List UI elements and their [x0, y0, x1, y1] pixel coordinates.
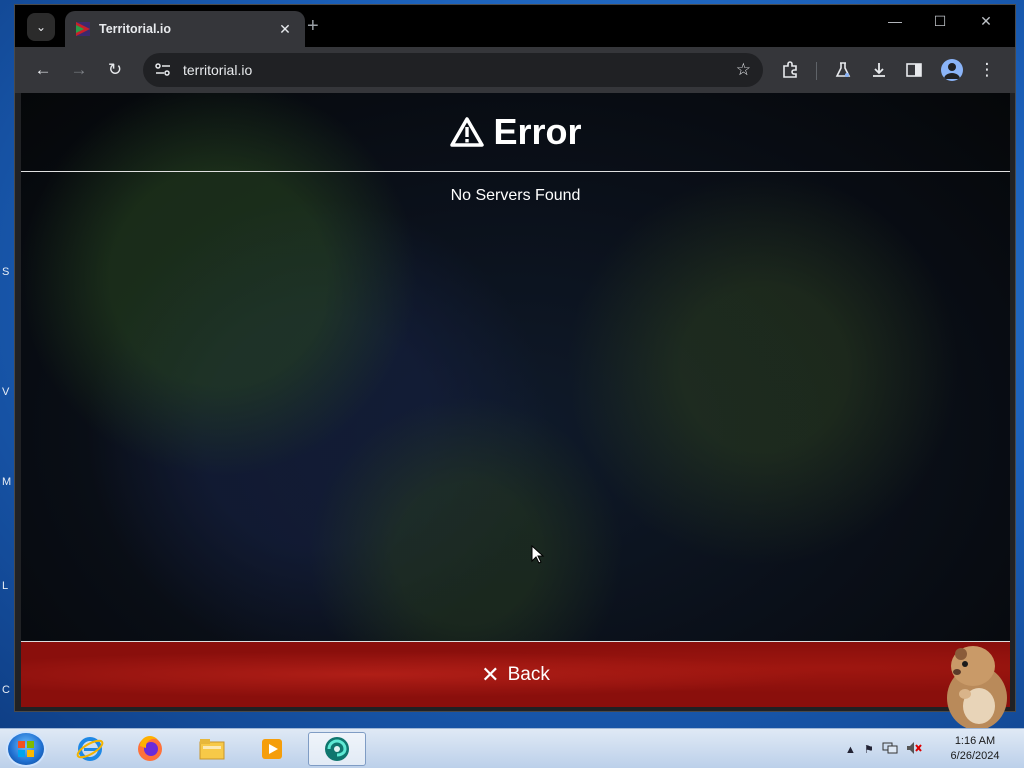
- system-clock[interactable]: 1:16 AM 6/26/2024: [944, 734, 1006, 764]
- desktop-icon-label[interactable]: S: [2, 266, 9, 278]
- start-button[interactable]: [6, 731, 46, 767]
- address-bar[interactable]: territorial.io ☆: [143, 53, 763, 87]
- desktop-icon-label[interactable]: C: [2, 684, 10, 696]
- action-center-flag-icon[interactable]: ⚑: [864, 743, 874, 756]
- taskbar: ▲ ⚑ 1:16 AM 6/26/2024: [0, 728, 1024, 768]
- labs-flask-icon[interactable]: [831, 58, 855, 82]
- taskbar-media-player[interactable]: [246, 732, 298, 766]
- browser-toolbar: ← → ↻ territorial.io ☆ ⋮: [15, 47, 1015, 93]
- menu-kebab-icon[interactable]: ⋮: [975, 58, 999, 82]
- tray-expand-icon[interactable]: ▲: [845, 744, 856, 756]
- tab-territorial[interactable]: Territorial.io ✕: [65, 11, 305, 47]
- minimize-button[interactable]: —: [880, 13, 910, 29]
- extensions-icon[interactable]: [778, 58, 802, 82]
- taskbar-explorer[interactable]: [186, 732, 238, 766]
- back-arrow-icon[interactable]: ←: [31, 58, 55, 82]
- browser-window: ⌄ Territorial.io ✕ + — ☐ ✕ ← → ↻ territo…: [14, 4, 1016, 712]
- warning-icon: [449, 116, 485, 148]
- page-viewport: Error No Servers Found ✕ Back: [21, 93, 1010, 707]
- forward-arrow-icon[interactable]: →: [67, 58, 91, 82]
- taskbar-browser[interactable]: [308, 732, 366, 766]
- browser-app-icon: [325, 737, 349, 761]
- site-info-icon[interactable]: [155, 63, 171, 77]
- favicon-icon: [75, 21, 91, 37]
- desktop-icon-label[interactable]: M: [2, 476, 11, 488]
- mouse-cursor-icon: [531, 545, 545, 564]
- volume-muted-icon[interactable]: [906, 741, 922, 758]
- taskbar-firefox[interactable]: [124, 732, 176, 766]
- side-panel-icon[interactable]: [902, 58, 926, 82]
- hamster-mascot-icon: [947, 646, 1007, 730]
- system-tray: ▲ ⚑: [845, 741, 922, 758]
- media-player-icon: [262, 739, 282, 759]
- back-button-label: Back: [507, 663, 550, 685]
- error-message: No Servers Found: [450, 187, 581, 204]
- network-icon[interactable]: [882, 741, 898, 758]
- error-header: Error: [21, 93, 1010, 172]
- desktop-icon-label[interactable]: L: [2, 580, 8, 592]
- desktop-icon-label[interactable]: V: [2, 386, 9, 398]
- toolbar-divider: [816, 62, 817, 80]
- internet-explorer-icon: [76, 737, 104, 761]
- clock-date: 6/26/2024: [950, 750, 1000, 762]
- profile-avatar-icon[interactable]: [941, 59, 963, 81]
- download-icon[interactable]: [867, 58, 891, 82]
- error-title-text: Error: [493, 111, 582, 152]
- tab-close-icon[interactable]: ✕: [275, 21, 295, 38]
- bookmark-star-icon[interactable]: ☆: [736, 60, 751, 80]
- chevron-down-icon: ⌄: [35, 20, 47, 34]
- maximize-button[interactable]: ☐: [925, 13, 955, 30]
- tab-search-button[interactable]: ⌄: [27, 13, 55, 41]
- close-x-icon: ✕: [481, 661, 500, 687]
- windows-logo-icon: [18, 741, 34, 757]
- taskbar-ie[interactable]: [64, 732, 116, 766]
- folder-icon: [199, 739, 225, 760]
- url-text[interactable]: territorial.io: [183, 62, 736, 78]
- new-tab-button[interactable]: +: [307, 15, 319, 38]
- page-title: Error: [449, 111, 582, 153]
- reload-icon[interactable]: ↻: [103, 58, 127, 82]
- tab-strip: ⌄ Territorial.io ✕ + — ☐ ✕: [15, 5, 1015, 47]
- tab-title: Territorial.io: [99, 22, 172, 36]
- close-window-button[interactable]: ✕: [971, 13, 1001, 30]
- clock-time: 1:16 AM: [954, 735, 996, 747]
- firefox-icon: [138, 736, 162, 761]
- back-button[interactable]: ✕ Back: [21, 641, 1010, 707]
